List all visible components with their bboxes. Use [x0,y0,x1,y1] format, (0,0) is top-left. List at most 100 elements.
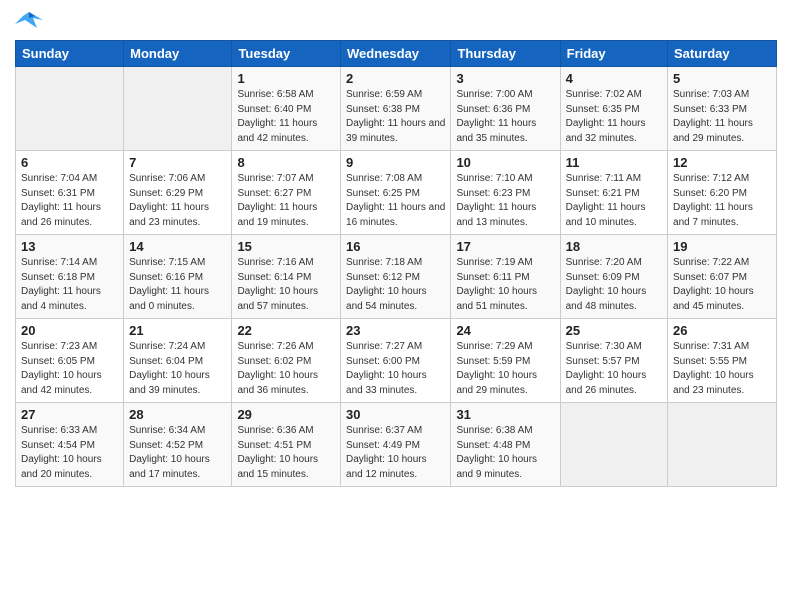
day-info: Sunrise: 6:37 AM Sunset: 4:49 PM Dayligh… [346,424,445,482]
day-number: 3 [456,71,554,86]
day-info: Sunrise: 7:30 AM Sunset: 5:57 PM Dayligh… [566,340,662,398]
weekday-header-saturday: Saturday [668,41,777,67]
weekday-header-wednesday: Wednesday [341,41,451,67]
day-cell: 1 Sunrise: 6:58 AM Sunset: 6:40 PM Daylig… [232,67,341,151]
week-row-3: 13 Sunrise: 7:14 AM Sunset: 6:18 PM Dayli… [16,235,777,319]
day-cell: 16 Sunrise: 7:18 AM Sunset: 6:12 PM Dayli… [341,235,451,319]
day-cell: 22Sunrise: 7:26 AM Sunset: 6:02 PM Dayli… [232,319,341,403]
day-info: Sunrise: 7:14 AM Sunset: 6:18 PM Dayligh… [21,256,118,314]
day-number: 17 [456,239,554,254]
day-number: 4 [566,71,662,86]
day-number: 31 [456,407,554,422]
day-cell: 3 Sunrise: 7:00 AM Sunset: 6:36 PM Daylig… [451,67,560,151]
day-info: Sunrise: 7:07 AM Sunset: 6:27 PM Dayligh… [237,172,335,230]
day-cell [16,67,124,151]
day-cell: 20 Sunrise: 7:23 AM Sunset: 6:05 PM Dayli… [16,319,124,403]
day-info: Sunrise: 7:31 AM Sunset: 5:55 PM Dayligh… [673,340,771,398]
day-info: Sunrise: 7:12 AM Sunset: 6:20 PM Dayligh… [673,172,771,230]
day-cell: 4 Sunrise: 7:02 AM Sunset: 6:35 PM Daylig… [560,67,667,151]
day-number: 19 [673,239,771,254]
day-number: 18 [566,239,662,254]
weekday-header-tuesday: Tuesday [232,41,341,67]
day-cell: 5 Sunrise: 7:03 AM Sunset: 6:33 PM Daylig… [668,67,777,151]
day-number: 11 [566,155,662,170]
weekday-header-thursday: Thursday [451,41,560,67]
day-info: Sunrise: 7:08 AM Sunset: 6:25 PM Dayligh… [346,172,445,230]
day-number: 13 [21,239,118,254]
day-number: 7 [129,155,226,170]
day-cell: 9 Sunrise: 7:08 AM Sunset: 6:25 PM Daylig… [341,151,451,235]
day-cell: 7 Sunrise: 7:06 AM Sunset: 6:29 PM Daylig… [124,151,232,235]
day-cell: 14Sunrise: 7:15 AM Sunset: 6:16 PM Dayli… [124,235,232,319]
day-info: Sunrise: 7:29 AM Sunset: 5:59 PM Dayligh… [456,340,554,398]
day-number: 5 [673,71,771,86]
day-number: 14 [129,239,226,254]
day-info: Sunrise: 6:34 AM Sunset: 4:52 PM Dayligh… [129,424,226,482]
day-number: 26 [673,323,771,338]
day-info: Sunrise: 7:04 AM Sunset: 6:31 PM Dayligh… [21,172,118,230]
day-number: 20 [21,323,118,338]
calendar-table: SundayMondayTuesdayWednesdayThursdayFrid… [15,40,777,487]
day-cell: 27 Sunrise: 6:33 AM Sunset: 4:54 PM Dayli… [16,403,124,487]
day-cell [560,403,667,487]
day-info: Sunrise: 6:59 AM Sunset: 6:38 PM Dayligh… [346,88,445,146]
logo-bird-icon [15,10,43,32]
day-number: 9 [346,155,445,170]
day-number: 30 [346,407,445,422]
day-number: 2 [346,71,445,86]
day-cell: 17 Sunrise: 7:19 AM Sunset: 6:11 PM Dayli… [451,235,560,319]
day-info: Sunrise: 7:22 AM Sunset: 6:07 PM Dayligh… [673,256,771,314]
weekday-header-monday: Monday [124,41,232,67]
day-info: Sunrise: 6:58 AM Sunset: 6:40 PM Dayligh… [237,88,335,146]
day-info: Sunrise: 7:18 AM Sunset: 6:12 PM Dayligh… [346,256,445,314]
day-number: 21 [129,323,226,338]
day-cell: 18 Sunrise: 7:20 AM Sunset: 6:09 PM Dayli… [560,235,667,319]
day-info: Sunrise: 7:10 AM Sunset: 6:23 PM Dayligh… [456,172,554,230]
week-row-5: 27 Sunrise: 6:33 AM Sunset: 4:54 PM Dayli… [16,403,777,487]
day-info: Sunrise: 7:00 AM Sunset: 6:36 PM Dayligh… [456,88,554,146]
day-cell: 2 Sunrise: 6:59 AM Sunset: 6:38 PM Daylig… [341,67,451,151]
day-number: 23 [346,323,445,338]
day-cell: 12 Sunrise: 7:12 AM Sunset: 6:20 PM Dayli… [668,151,777,235]
day-number: 22 [237,323,335,338]
day-cell: 24Sunrise: 7:29 AM Sunset: 5:59 PM Dayli… [451,319,560,403]
day-cell: 8Sunrise: 7:07 AM Sunset: 6:27 PM Daylig… [232,151,341,235]
day-cell: 23 Sunrise: 7:27 AM Sunset: 6:00 PM Dayli… [341,319,451,403]
day-cell: 31 Sunrise: 6:38 AM Sunset: 4:48 PM Dayli… [451,403,560,487]
weekday-header-sunday: Sunday [16,41,124,67]
day-number: 27 [21,407,118,422]
day-info: Sunrise: 7:06 AM Sunset: 6:29 PM Dayligh… [129,172,226,230]
week-row-1: 1 Sunrise: 6:58 AM Sunset: 6:40 PM Daylig… [16,67,777,151]
day-info: Sunrise: 7:23 AM Sunset: 6:05 PM Dayligh… [21,340,118,398]
day-info: Sunrise: 6:33 AM Sunset: 4:54 PM Dayligh… [21,424,118,482]
day-number: 12 [673,155,771,170]
day-number: 16 [346,239,445,254]
day-number: 28 [129,407,226,422]
day-number: 10 [456,155,554,170]
day-info: Sunrise: 7:02 AM Sunset: 6:35 PM Dayligh… [566,88,662,146]
day-number: 15 [237,239,335,254]
day-cell: 28 Sunrise: 6:34 AM Sunset: 4:52 PM Dayli… [124,403,232,487]
day-number: 6 [21,155,118,170]
weekday-header-friday: Friday [560,41,667,67]
day-cell: 19 Sunrise: 7:22 AM Sunset: 6:07 PM Dayli… [668,235,777,319]
day-number: 1 [237,71,335,86]
day-number: 25 [566,323,662,338]
day-cell: 11 Sunrise: 7:11 AM Sunset: 6:21 PM Dayli… [560,151,667,235]
day-cell: 30 Sunrise: 6:37 AM Sunset: 4:49 PM Dayli… [341,403,451,487]
week-row-4: 20 Sunrise: 7:23 AM Sunset: 6:05 PM Dayli… [16,319,777,403]
day-info: Sunrise: 7:24 AM Sunset: 6:04 PM Dayligh… [129,340,226,398]
day-info: Sunrise: 7:20 AM Sunset: 6:09 PM Dayligh… [566,256,662,314]
day-cell: 21 Sunrise: 7:24 AM Sunset: 6:04 PM Dayli… [124,319,232,403]
day-info: Sunrise: 7:19 AM Sunset: 6:11 PM Dayligh… [456,256,554,314]
day-cell: 26 Sunrise: 7:31 AM Sunset: 5:55 PM Dayli… [668,319,777,403]
page: SundayMondayTuesdayWednesdayThursdayFrid… [0,0,792,612]
day-cell: 13 Sunrise: 7:14 AM Sunset: 6:18 PM Dayli… [16,235,124,319]
day-cell: 29Sunrise: 6:36 AM Sunset: 4:51 PM Dayli… [232,403,341,487]
day-cell: 15Sunrise: 7:16 AM Sunset: 6:14 PM Dayli… [232,235,341,319]
day-info: Sunrise: 7:27 AM Sunset: 6:00 PM Dayligh… [346,340,445,398]
day-info: Sunrise: 6:38 AM Sunset: 4:48 PM Dayligh… [456,424,554,482]
day-info: Sunrise: 7:11 AM Sunset: 6:21 PM Dayligh… [566,172,662,230]
day-info: Sunrise: 7:03 AM Sunset: 6:33 PM Dayligh… [673,88,771,146]
day-cell: 25 Sunrise: 7:30 AM Sunset: 5:57 PM Dayli… [560,319,667,403]
